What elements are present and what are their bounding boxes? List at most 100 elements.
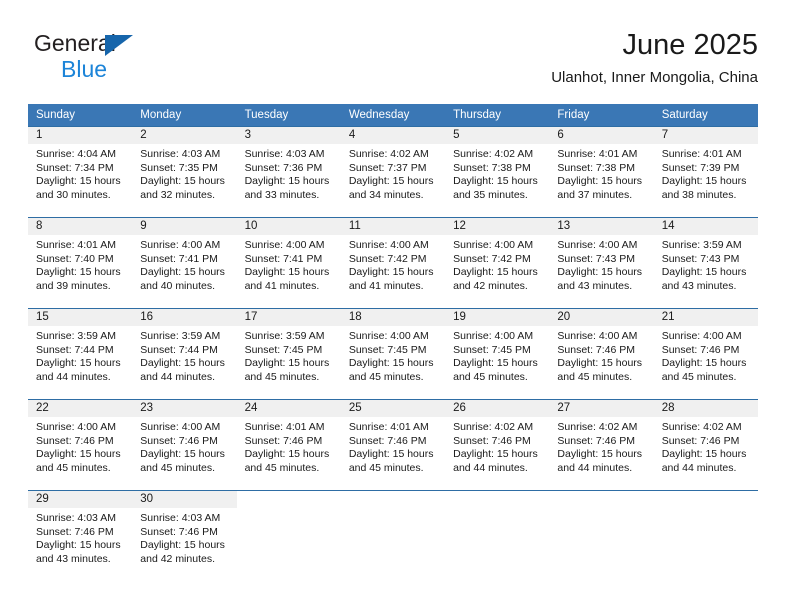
calendar-day-cell[interactable]: 11 Sunrise: 4:00 AM Sunset: 7:42 PM Dayligh…: [340, 217, 446, 309]
sunset-text: Sunset: 7:45 PM: [453, 343, 531, 356]
calendar-day-cell[interactable]: 5 Sunrise: 4:02 AM Sunset: 7:38 PM Daylight…: [445, 126, 550, 218]
calendar-day-cell[interactable]: 13 Sunrise: 4:00 AM Sunset: 7:43 PM Dayligh…: [549, 217, 654, 309]
sunrise-text: Sunrise: 4:01 AM: [661, 148, 742, 160]
daylight-text-line1: Daylight: 15 hours: [36, 266, 121, 279]
calendar-day-cell[interactable]: 17 Sunrise: 3:59 AM Sunset: 7:45 PM Dayligh…: [236, 308, 341, 400]
day-cell-inner: 21 Sunrise: 4:00 AM Sunset: 7:46 PM Dayligh…: [653, 309, 758, 399]
calendar-day-cell[interactable]: 12 Sunrise: 4:00 AM Sunset: 7:42 PM Dayligh…: [445, 217, 550, 309]
calendar-day-cell[interactable]: 29 Sunrise: 4:03 AM Sunset: 7:46 PM Dayligh…: [28, 490, 133, 581]
day-details: Sunrise: 4:00 AM Sunset: 7:46 PM Daylight:…: [28, 417, 132, 475]
daylight-text-line1: Daylight: 15 hours: [453, 448, 538, 461]
calendar-page: General Blue June 2025 Ulanhot, Inner Mo…: [0, 0, 792, 612]
calendar-day-cell[interactable]: 9 Sunrise: 4:00 AM Sunset: 7:41 PM Daylight…: [132, 217, 237, 309]
day-cell-inner: 22 Sunrise: 4:00 AM Sunset: 7:46 PM Dayligh…: [28, 400, 133, 490]
calendar-day-cell[interactable]: 21 Sunrise: 4:00 AM Sunset: 7:46 PM Dayligh…: [653, 308, 758, 400]
day-number: 27: [549, 400, 654, 417]
calendar-day-cell[interactable]: 7 Sunrise: 4:01 AM Sunset: 7:39 PM Daylight…: [653, 126, 758, 218]
sunset-text: Sunset: 7:42 PM: [453, 252, 531, 265]
calendar-day-cell[interactable]: 27 Sunrise: 4:02 AM Sunset: 7:46 PM Dayligh…: [549, 399, 654, 491]
sunrise-text: Sunrise: 3:59 AM: [140, 330, 221, 342]
day-details: Sunrise: 4:02 AM Sunset: 7:46 PM Daylight:…: [654, 417, 758, 475]
daylight-text-line2: and 45 minutes.: [348, 461, 424, 474]
sunrise-text: Sunrise: 4:02 AM: [453, 421, 534, 433]
daylight-text-line2: and 44 minutes.: [36, 370, 111, 383]
calendar-day-cell[interactable]: 15 Sunrise: 3:59 AM Sunset: 7:44 PM Dayligh…: [28, 308, 133, 400]
calendar-day-cell[interactable]: 8 Sunrise: 4:01 AM Sunset: 7:40 PM Daylight…: [28, 217, 133, 309]
logo-word-blue: Blue: [61, 56, 108, 82]
day-number: 26: [445, 400, 550, 417]
daylight-text-line1: Daylight: 15 hours: [244, 266, 330, 279]
daylight-text-line1: Daylight: 15 hours: [140, 175, 225, 188]
calendar-day-cell[interactable]: 14 Sunrise: 3:59 AM Sunset: 7:43 PM Dayligh…: [653, 217, 758, 309]
day-cell-inner: 14 Sunrise: 3:59 AM Sunset: 7:43 PM Dayligh…: [653, 218, 758, 308]
calendar-day-cell[interactable]: 28 Sunrise: 4:02 AM Sunset: 7:46 PM Dayligh…: [653, 399, 758, 491]
sunrise-text: Sunrise: 4:00 AM: [140, 239, 221, 251]
day-cell-inner: 16 Sunrise: 3:59 AM Sunset: 7:44 PM Dayligh…: [132, 309, 237, 399]
day-number: 22: [28, 400, 133, 417]
generalblue-logo[interactable]: General Blue: [34, 30, 214, 86]
daylight-text-line2: and 41 minutes.: [348, 279, 424, 292]
day-details: [341, 508, 445, 512]
daylight-text-line1: Daylight: 15 hours: [557, 266, 643, 279]
day-cell-inner: 13 Sunrise: 4:00 AM Sunset: 7:43 PM Dayligh…: [549, 218, 654, 308]
calendar-day-cell[interactable]: 20 Sunrise: 4:00 AM Sunset: 7:46 PM Dayligh…: [549, 308, 654, 400]
weekday-header-sunday: Sunday: [28, 104, 133, 127]
daylight-text-line1: Daylight: 15 hours: [453, 266, 538, 279]
sunset-text: Sunset: 7:45 PM: [244, 343, 323, 356]
daylight-text-line2: and 42 minutes.: [140, 552, 215, 565]
calendar-day-cell[interactable]: 4 Sunrise: 4:02 AM Sunset: 7:37 PM Daylight…: [340, 126, 446, 218]
sunrise-text: Sunrise: 4:00 AM: [36, 421, 116, 433]
day-cell-inner: [549, 491, 653, 581]
daylight-text-line1: Daylight: 15 hours: [557, 357, 643, 370]
day-number: 12: [445, 218, 550, 235]
sunset-text: Sunset: 7:44 PM: [36, 343, 114, 356]
sunset-text: Sunset: 7:46 PM: [140, 525, 218, 538]
calendar-day-cell[interactable]: 19 Sunrise: 4:00 AM Sunset: 7:45 PM Dayligh…: [445, 308, 550, 400]
day-cell-inner: 24 Sunrise: 4:01 AM Sunset: 7:46 PM Dayligh…: [236, 400, 341, 490]
day-details: Sunrise: 3:59 AM Sunset: 7:45 PM Daylight:…: [237, 326, 341, 384]
calendar-day-cell[interactable]: 23 Sunrise: 4:00 AM Sunset: 7:46 PM Dayligh…: [132, 399, 237, 491]
day-cell-inner: [445, 491, 549, 581]
sunrise-text: Sunrise: 4:02 AM: [661, 421, 742, 433]
daylight-text-line2: and 43 minutes.: [557, 279, 633, 292]
calendar-day-cell[interactable]: 1 Sunrise: 4:04 AM Sunset: 7:34 PM Daylight…: [28, 126, 133, 218]
weekday-header-friday: Friday: [549, 104, 654, 127]
calendar-day-cell[interactable]: 10 Sunrise: 4:00 AM Sunset: 7:41 PM Dayligh…: [236, 217, 341, 309]
daylight-text-line1: Daylight: 15 hours: [140, 539, 225, 552]
triangle-icon: [105, 35, 133, 56]
day-details: Sunrise: 4:00 AM Sunset: 7:42 PM Daylight:…: [445, 235, 549, 293]
calendar-day-cell[interactable]: 3 Sunrise: 4:03 AM Sunset: 7:36 PM Daylight…: [236, 126, 341, 218]
calendar-day-cell[interactable]: 6 Sunrise: 4:01 AM Sunset: 7:38 PM Daylight…: [549, 126, 654, 218]
calendar-day-cell[interactable]: 26 Sunrise: 4:02 AM Sunset: 7:46 PM Dayligh…: [445, 399, 550, 491]
daylight-text-line2: and 45 minutes.: [36, 461, 111, 474]
daylight-text-line1: Daylight: 15 hours: [36, 357, 121, 370]
day-cell-inner: 10 Sunrise: 4:00 AM Sunset: 7:41 PM Dayligh…: [236, 218, 341, 308]
calendar-day-cell[interactable]: 25 Sunrise: 4:01 AM Sunset: 7:46 PM Dayligh…: [340, 399, 446, 491]
calendar-day-cell[interactable]: 22 Sunrise: 4:00 AM Sunset: 7:46 PM Dayligh…: [28, 399, 133, 491]
sunset-text: Sunset: 7:46 PM: [661, 434, 740, 447]
calendar-day-cell[interactable]: 30 Sunrise: 4:03 AM Sunset: 7:46 PM Dayligh…: [132, 490, 237, 581]
page-header: General Blue June 2025 Ulanhot, Inner Mo…: [0, 0, 792, 100]
daylight-text-line1: Daylight: 15 hours: [140, 357, 225, 370]
day-number: 6: [549, 127, 654, 144]
daylight-text-line2: and 45 minutes.: [244, 370, 320, 383]
calendar-day-cell[interactable]: 2 Sunrise: 4:03 AM Sunset: 7:35 PM Daylight…: [132, 126, 237, 218]
daylight-text-line2: and 44 minutes.: [140, 370, 215, 383]
page-title: June 2025: [622, 29, 758, 61]
daylight-text-line2: and 38 minutes.: [661, 188, 737, 201]
calendar-day-cell[interactable]: 16 Sunrise: 3:59 AM Sunset: 7:44 PM Dayligh…: [132, 308, 237, 400]
day-number: 28: [653, 400, 758, 417]
weekday-header-saturday: Saturday: [653, 104, 758, 127]
day-details: Sunrise: 4:00 AM Sunset: 7:42 PM Daylight:…: [341, 235, 445, 293]
daylight-text-line1: Daylight: 15 hours: [453, 175, 538, 188]
calendar-day-cell[interactable]: 18 Sunrise: 4:00 AM Sunset: 7:45 PM Dayligh…: [340, 308, 446, 400]
title-block: June 2025 Ulanhot, Inner Mongolia, China: [551, 28, 758, 88]
day-number: 1: [28, 127, 133, 144]
day-number: 13: [549, 218, 654, 235]
calendar-day-cell[interactable]: 24 Sunrise: 4:01 AM Sunset: 7:46 PM Dayligh…: [236, 399, 341, 491]
day-details: Sunrise: 4:00 AM Sunset: 7:46 PM Daylight:…: [654, 326, 758, 384]
sunset-text: Sunset: 7:37 PM: [348, 161, 427, 174]
sunrise-text: Sunrise: 4:03 AM: [140, 512, 221, 524]
sunset-text: Sunset: 7:46 PM: [36, 525, 114, 538]
sunrise-text: Sunrise: 4:03 AM: [140, 148, 221, 160]
